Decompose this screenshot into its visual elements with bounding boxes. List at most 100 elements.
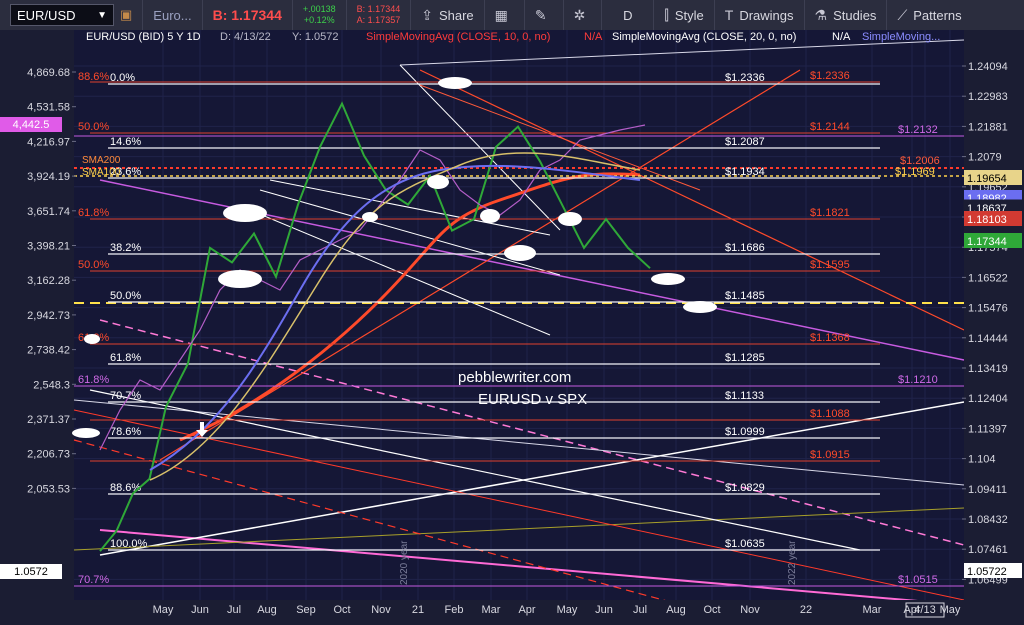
right-tick-label: 1.2079: [968, 152, 1002, 164]
settings-button[interactable]: ✲: [564, 0, 603, 30]
right-tick-label: 1.09411: [968, 484, 1007, 496]
fib-pct-label: 14.6%: [110, 136, 141, 148]
fib-pct-label: 88.6%: [110, 482, 141, 494]
price-badge-label: 1.05722: [967, 566, 1007, 578]
text-tool-icon: T: [724, 7, 734, 23]
study-sma10: SimpleMovingAvg (CLOSE, 10, 0, no): [366, 31, 550, 43]
right-tick-label: 1.08432: [968, 514, 1008, 526]
red-fib-price: $1.1595: [810, 259, 850, 271]
highlight-ellipse: [480, 209, 500, 223]
x-tick-label: Aug: [257, 604, 277, 616]
change-value: +.00138: [302, 4, 336, 14]
fib-price-label: $1.1686: [725, 242, 765, 254]
notes-button[interactable]: ✎: [525, 0, 564, 30]
period-button[interactable]: D: [602, 0, 655, 30]
edit-icon: ✎: [534, 6, 547, 23]
highlight-ellipse: [504, 245, 536, 261]
x-tick-label: Jun: [191, 604, 209, 616]
bid-small: B: 1.17344: [356, 4, 401, 14]
right-axis: 1.240941.229831.218811.20791.196521.1863…: [962, 30, 1024, 620]
red-fib-price: $1.1821: [810, 207, 850, 219]
sma100-label: SMA100: [82, 167, 121, 178]
right-tick-label: 1.21881: [968, 121, 1008, 133]
fib-pct-label: 78.6%: [110, 426, 141, 438]
calendar-button[interactable]: ▦: [485, 0, 525, 30]
left-tick-label: 2,942.73: [27, 310, 70, 322]
studies-button[interactable]: ⚗ Studies: [805, 0, 888, 30]
x-tick-label: Nov: [740, 604, 760, 616]
drawings-label: Drawings: [739, 7, 794, 23]
year-label-2022: 2022 year: [787, 540, 798, 585]
fib-price-label: $1.1133: [725, 390, 764, 402]
left-tick-label: 2,371.37: [27, 414, 70, 426]
red-fib-price: $1.0915: [810, 449, 850, 461]
bid-ask-display: B: 1.17344 A: 1.17357: [347, 0, 412, 30]
drawings-button[interactable]: T Drawings: [715, 0, 805, 30]
patterns-label: Patterns: [913, 7, 962, 23]
magenta-fib-pct: 70.7%: [78, 574, 109, 586]
left-tick-label: 2,206.73: [27, 449, 70, 461]
ask-small: A: 1.17357: [356, 15, 401, 25]
share-button[interactable]: ⇪ Share: [411, 0, 485, 30]
x-tick-label: Nov: [371, 604, 391, 616]
price-badge-label: 1.17344: [967, 236, 1007, 248]
highlight-ellipse: [651, 273, 685, 285]
watermark-subtitle: EURUSD v SPX: [478, 391, 587, 408]
fib-pct-label: 61.8%: [110, 352, 141, 364]
bid-label: B: 1.17344: [212, 7, 282, 23]
highlight-ellipse: [438, 77, 472, 89]
price-chart[interactable]: 0.0% $1.233614.6% $1.208723.6% $1.193438.2%…: [0, 30, 1024, 620]
left-tick-label: 3,924.19: [27, 171, 70, 183]
chart-area[interactable]: 0.0% $1.2336 14.6% $1.2087 23.6% $1.1934 38.2%…: [0, 30, 1024, 620]
highlight-ellipse: [683, 301, 717, 313]
study-sma20-value: N/A: [832, 31, 851, 43]
red-fib-price: $1.2144: [810, 121, 850, 133]
study-sma20: SimpleMovingAvg (CLOSE, 20, 0, no): [612, 31, 796, 43]
x-tick-label: May: [557, 604, 578, 616]
x-tick-label: Mar: [863, 604, 882, 616]
highlight-ellipse: [362, 212, 378, 222]
left-tick-label: 4,869.68: [27, 67, 70, 79]
x-tick-label: Apr: [518, 604, 535, 616]
x-tick-label: May: [940, 604, 961, 616]
price-badge-label: 1.19654: [967, 173, 1007, 185]
fib-pct-label: 38.2%: [110, 242, 141, 254]
left-tick-label: 2,548.3: [33, 379, 70, 391]
sma100-value: $1.1969: [895, 166, 935, 178]
chart-date: D: 4/13/22: [220, 31, 271, 43]
change-display: +.00138 +0.12%: [293, 0, 347, 30]
right-tick-label: 1.13419: [968, 363, 1008, 375]
fib-price-label: $1.2087: [725, 136, 765, 148]
toolbar: EUR/USD ▼ ▣ Euro... B: 1.17344 +.00138 +…: [0, 0, 1024, 31]
symbol-selector[interactable]: EUR/USD ▼ ▣: [0, 0, 144, 30]
patterns-button[interactable]: ⟋ Patterns: [887, 0, 971, 30]
chart-yvalue: Y: 1.0572: [292, 31, 339, 43]
x-tick-label: 4/13: [914, 604, 935, 616]
left-tick-label: 2,053.53: [27, 483, 70, 495]
right-tick-label: 1.07461: [968, 544, 1008, 556]
study-sma10-value: N/A: [584, 31, 603, 43]
fib-pct-label: 50.0%: [110, 290, 141, 302]
chart-app: EUR/USD ▼ ▣ Euro... B: 1.17344 +.00138 +…: [0, 0, 1024, 620]
x-tick-label: 21: [412, 604, 424, 616]
fib-price-label: $1.1285: [725, 352, 765, 364]
gear-icon: ✲: [573, 6, 586, 23]
red-fib-pct: 61.8%: [78, 207, 109, 219]
fib-price-label: $1.0999: [725, 426, 765, 438]
x-tick-label: Oct: [703, 604, 720, 616]
chevron-down-icon: ▼: [97, 9, 107, 21]
candles-icon: ⫿: [664, 6, 669, 23]
pair-name: Euro...: [143, 0, 203, 30]
x-tick-label: Mar: [482, 604, 501, 616]
right-tick-label: 1.14444: [968, 333, 1008, 345]
x-tick-label: Sep: [296, 604, 316, 616]
red-fib-pct: 50.0%: [78, 259, 109, 271]
sma200-label: SMA200: [82, 155, 121, 166]
right-tick-label: 1.12404: [968, 393, 1008, 405]
style-button[interactable]: ⫿ Style: [654, 0, 715, 30]
fib-price-label: $1.0829: [725, 482, 765, 494]
fib-price-label: $1.0635: [725, 538, 765, 550]
symbol-input[interactable]: EUR/USD ▼: [10, 4, 114, 26]
right-tick-label: 1.24094: [968, 61, 1008, 73]
link-icon[interactable]: ▣: [120, 7, 132, 23]
